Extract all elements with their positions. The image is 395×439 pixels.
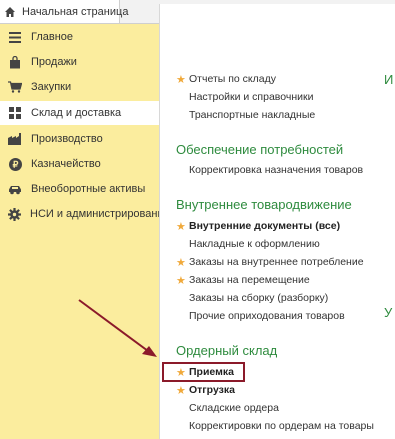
annotation-arrow	[78, 299, 157, 357]
